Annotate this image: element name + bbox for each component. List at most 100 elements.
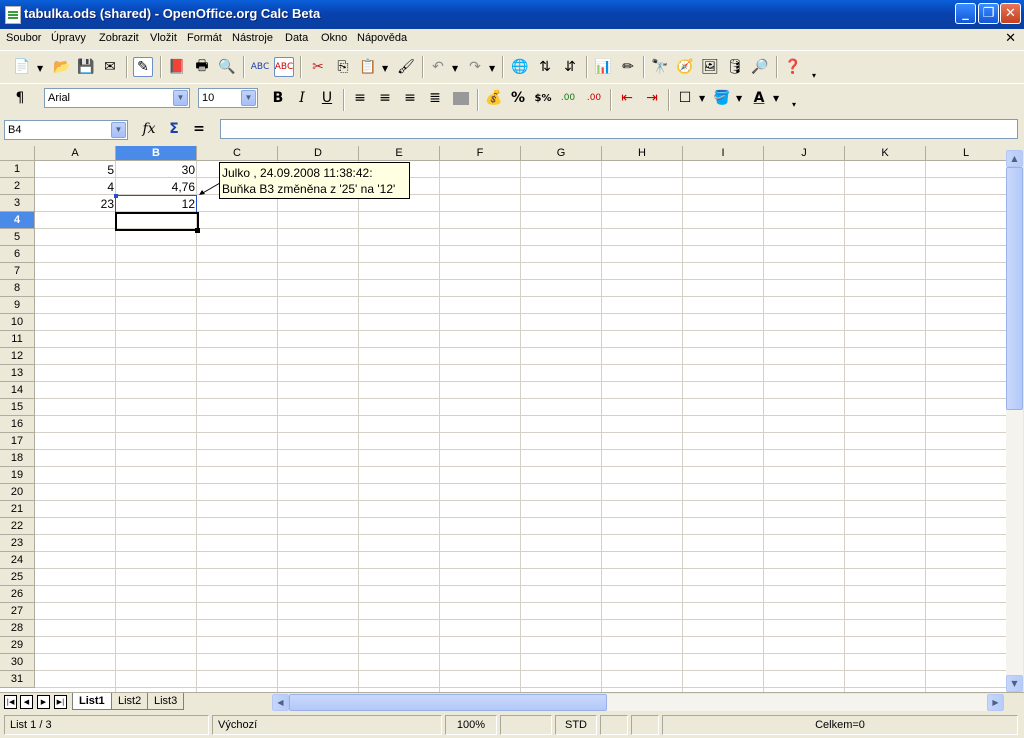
cell-b2[interactable]: 4,76 xyxy=(116,179,197,196)
background-color-icon[interactable]: 🪣 xyxy=(712,88,732,108)
fill-handle[interactable] xyxy=(195,228,200,233)
row-header-24[interactable]: 24 xyxy=(0,552,35,569)
first-sheet-icon[interactable]: |◀ xyxy=(4,695,17,709)
bold-icon[interactable]: B xyxy=(268,88,288,108)
sort-ascending-icon[interactable]: ⇅ xyxy=(535,57,555,77)
cell-b1[interactable]: 30 xyxy=(116,162,197,179)
increase-indent-icon[interactable]: ⇥ xyxy=(642,88,662,108)
redo-icon[interactable]: ↷ xyxy=(465,57,485,77)
font-size-combo[interactable]: 10 ▼ xyxy=(198,88,258,108)
background-color-dropdown-icon[interactable]: ▼ xyxy=(736,94,742,103)
standard-format-icon[interactable]: $% xyxy=(533,88,553,108)
column-header-k[interactable]: K xyxy=(845,146,926,161)
chart-icon[interactable]: 📊 xyxy=(593,57,613,77)
export-pdf-icon[interactable]: 📕 xyxy=(167,57,187,77)
menu-vlozit[interactable]: Vložit xyxy=(150,32,177,44)
status-page-style[interactable]: Výchozí xyxy=(212,715,442,735)
row-header-11[interactable]: 11 xyxy=(0,331,35,348)
undo-dropdown-icon[interactable]: ▼ xyxy=(452,64,458,73)
spellcheck-icon[interactable]: ABC xyxy=(250,57,270,77)
row-header-13[interactable]: 13 xyxy=(0,365,35,382)
sheet-tab-list2[interactable]: List2 xyxy=(111,693,149,710)
scroll-up-icon[interactable]: ▲ xyxy=(1006,150,1023,167)
sheet-tab-list1[interactable]: List1 xyxy=(72,693,112,710)
row-header-21[interactable]: 21 xyxy=(0,501,35,518)
italic-icon[interactable]: I xyxy=(292,88,312,108)
help-icon[interactable]: ❓ xyxy=(783,57,803,77)
sheet-tab-list3[interactable]: List3 xyxy=(147,693,185,710)
gallery-icon[interactable]: 🖼 xyxy=(700,57,720,77)
row-header-15[interactable]: 15 xyxy=(0,399,35,416)
vertical-scrollbar[interactable]: ▲ ▼ xyxy=(1006,150,1023,692)
font-color-dropdown-icon[interactable]: ▼ xyxy=(773,94,779,103)
borders-dropdown-icon[interactable]: ▼ xyxy=(699,94,705,103)
toolbar-options-icon[interactable]: ▾ xyxy=(812,71,816,80)
row-header-17[interactable]: 17 xyxy=(0,433,35,450)
font-color-icon[interactable]: A xyxy=(749,88,769,108)
new-document-icon[interactable]: 📄 xyxy=(12,57,32,77)
status-selection-mode[interactable]: STD xyxy=(555,715,597,735)
menu-okno[interactable]: Okno xyxy=(321,32,347,44)
decrease-indent-icon[interactable]: ⇤ xyxy=(617,88,637,108)
align-left-icon[interactable]: ≡ xyxy=(350,88,370,108)
minimize-button[interactable]: _ xyxy=(955,3,976,24)
status-signature[interactable] xyxy=(631,715,659,735)
name-box-dropdown-icon[interactable]: ▼ xyxy=(111,122,126,138)
restore-button[interactable]: ❐ xyxy=(978,3,999,24)
cell-cursor[interactable] xyxy=(115,212,199,231)
row-header-1[interactable]: 1 xyxy=(0,161,35,178)
column-header-b[interactable]: B xyxy=(116,146,197,161)
menu-zobrazit[interactable]: Zobrazit xyxy=(99,32,139,44)
align-right-icon[interactable]: ≡ xyxy=(400,88,420,108)
row-header-5[interactable]: 5 xyxy=(0,229,35,246)
menu-soubor[interactable]: Soubor xyxy=(6,32,41,44)
row-header-10[interactable]: 10 xyxy=(0,314,35,331)
row-header-7[interactable]: 7 xyxy=(0,263,35,280)
status-insert-mode[interactable] xyxy=(500,715,552,735)
row-header-26[interactable]: 26 xyxy=(0,586,35,603)
row-header-19[interactable]: 19 xyxy=(0,467,35,484)
column-header-g[interactable]: G xyxy=(521,146,602,161)
font-size-dropdown-icon[interactable]: ▼ xyxy=(241,90,256,106)
row-header-29[interactable]: 29 xyxy=(0,637,35,654)
horizontal-scrollbar[interactable]: ◀ ▶ xyxy=(272,694,1004,711)
row-header-25[interactable]: 25 xyxy=(0,569,35,586)
row-header-30[interactable]: 30 xyxy=(0,654,35,671)
status-sum[interactable]: Celkem=0 xyxy=(662,715,1018,735)
column-header-f[interactable]: F xyxy=(440,146,521,161)
row-header-3[interactable]: 3 xyxy=(0,195,35,212)
menu-data[interactable]: Data xyxy=(285,32,308,44)
format-toolbar-options-icon[interactable]: ▾ xyxy=(792,100,796,109)
styles-formatting-icon[interactable]: ¶ xyxy=(10,88,30,108)
email-icon[interactable]: ✉ xyxy=(100,57,120,77)
row-header-23[interactable]: 23 xyxy=(0,535,35,552)
column-header-d[interactable]: D xyxy=(278,146,359,161)
align-center-icon[interactable]: ≡ xyxy=(375,88,395,108)
underline-icon[interactable]: U xyxy=(317,88,337,108)
column-header-a[interactable]: A xyxy=(35,146,116,161)
row-header-20[interactable]: 20 xyxy=(0,484,35,501)
close-button[interactable]: ✕ xyxy=(1000,3,1021,24)
menu-nastroje[interactable]: Nástroje xyxy=(232,32,273,44)
show-draw-functions-icon[interactable]: ✏ xyxy=(618,57,638,77)
function-icon[interactable]: = xyxy=(189,119,209,139)
menu-format[interactable]: Formát xyxy=(187,32,222,44)
autospellcheck-icon[interactable]: ABC xyxy=(274,57,294,77)
calc-app-icon[interactable] xyxy=(5,6,21,24)
next-sheet-icon[interactable]: ▶ xyxy=(37,695,50,709)
scroll-down-icon[interactable]: ▼ xyxy=(1006,675,1023,692)
print-icon[interactable]: 🖶 xyxy=(192,57,212,77)
prev-sheet-icon[interactable]: ◀ xyxy=(20,695,33,709)
row-header-6[interactable]: 6 xyxy=(0,246,35,263)
row-header-28[interactable]: 28 xyxy=(0,620,35,637)
row-header-18[interactable]: 18 xyxy=(0,450,35,467)
zoom-icon[interactable]: 🔎 xyxy=(750,57,770,77)
sum-icon[interactable]: Σ xyxy=(164,119,184,139)
row-header-22[interactable]: 22 xyxy=(0,518,35,535)
select-all-corner[interactable] xyxy=(0,146,35,161)
currency-format-icon[interactable]: 💰 xyxy=(484,88,504,108)
save-icon[interactable]: 💾 xyxy=(76,57,96,77)
cell-a3[interactable]: 23 xyxy=(35,196,116,213)
column-header-h[interactable]: H xyxy=(602,146,683,161)
scroll-right-icon[interactable]: ▶ xyxy=(987,694,1004,711)
